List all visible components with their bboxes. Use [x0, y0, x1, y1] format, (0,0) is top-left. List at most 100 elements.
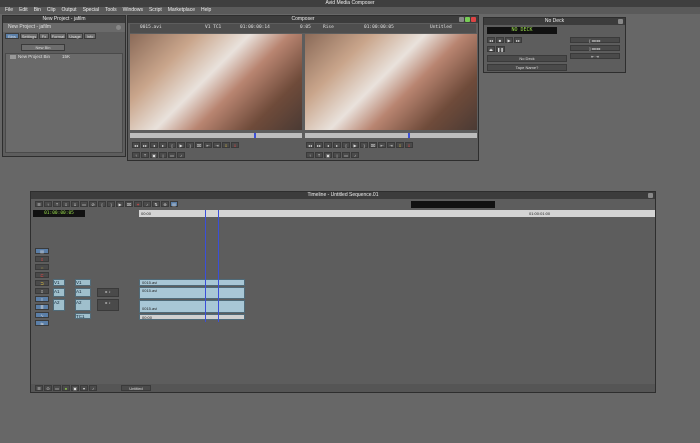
timeline-clear-marks-button[interactable]: ⌧ [125, 201, 133, 207]
tab-settings[interactable]: Settings [20, 33, 38, 39]
step-forward-button[interactable]: ▸▸ [141, 142, 149, 148]
record-position-indicator[interactable] [408, 133, 410, 138]
timeline-lift-button[interactable]: ↑ [44, 201, 52, 207]
record-frame-forward-button[interactable]: ▸ [333, 142, 341, 148]
deck-ff-button[interactable]: ▸▸ [514, 37, 522, 43]
timeline-position-indicator[interactable] [205, 210, 206, 322]
menu-output[interactable]: Output [59, 7, 80, 14]
audio-button[interactable]: ♪ [177, 152, 185, 158]
close-icon[interactable] [471, 17, 476, 22]
record-mark-in-button[interactable]: [ [342, 142, 350, 148]
source-track-v1[interactable]: V1 [53, 279, 65, 286]
settings-icon[interactable] [116, 25, 121, 30]
lift-button[interactable]: ↑ [132, 152, 140, 158]
record-mark-clip-button[interactable]: ▭ [342, 152, 350, 158]
tab-bins[interactable]: Bins [5, 33, 19, 39]
menu-marketplace[interactable]: Marketplace [165, 7, 198, 14]
source-track[interactable]: V1 TC1 [205, 25, 221, 30]
source-position-bar[interactable] [130, 133, 302, 138]
record-position-bar[interactable] [305, 133, 477, 138]
deck-mark-out-button[interactable]: ] ◂◂ ▸▸ [570, 45, 620, 51]
menu-special[interactable]: Special [80, 7, 102, 14]
list-item[interactable]: New Project Bin 15K [6, 54, 122, 60]
record-monitor[interactable] [305, 34, 477, 130]
tab-usage[interactable]: Usage [67, 33, 83, 39]
record-clip-name[interactable]: Rise [323, 25, 334, 30]
timeline-extract-button[interactable]: ⇡ [53, 201, 61, 207]
deck-select[interactable]: No Deck [487, 55, 567, 62]
mark-clip-button[interactable]: ▭ [168, 152, 176, 158]
timeline-zoom-slider[interactable]: ⊙ [44, 385, 52, 391]
sequence-name[interactable]: Untitled [430, 25, 452, 30]
menu-tools[interactable]: Tools [102, 7, 120, 14]
timeline-menu-button[interactable]: ☰ [35, 201, 43, 207]
deck-mark-in-button[interactable]: [ ◂◂ ▸▸ [570, 37, 620, 43]
waveform-tool[interactable]: ∿ [35, 312, 49, 318]
deck-stop-button[interactable]: ■ [496, 37, 504, 43]
go-to-out-button[interactable]: ⇥ [213, 142, 221, 148]
timeline-down-button[interactable]: ▾ [80, 385, 88, 391]
smart-tool-toggle[interactable]: ▤ [35, 248, 49, 254]
record-track-a1[interactable]: A1 [75, 288, 91, 297]
record-add-edit-button[interactable]: | [333, 152, 341, 158]
timeline-bottom-menu-button[interactable]: ☰ [35, 385, 43, 391]
timeline-effects-button[interactable]: ✦ [134, 201, 142, 207]
deck-pause-button[interactable]: ❚❚ [496, 46, 505, 52]
tab-info[interactable]: Info [84, 33, 96, 39]
record-match-frame-button[interactable]: ▣ [324, 152, 332, 158]
sync-lock-tool[interactable]: ≣ [35, 304, 49, 310]
menu-edit[interactable]: Edit [16, 7, 31, 14]
minimize-icon[interactable] [459, 17, 464, 22]
extract-button[interactable]: ⇡ [141, 152, 149, 158]
menu-file[interactable]: File [2, 7, 16, 14]
timeline-segment-button[interactable]: ▭ [80, 201, 88, 207]
record-track-v1[interactable]: V1 [75, 279, 91, 286]
menu-bin[interactable]: Bin [31, 7, 44, 14]
go-to-in-button[interactable]: ⇤ [204, 142, 212, 148]
clear-marks-button[interactable]: ⌧ [195, 142, 203, 148]
record-frame-back-button[interactable]: ◂ [324, 142, 332, 148]
timeline-folder-button[interactable]: ▭ [53, 385, 61, 391]
record-step-back-button[interactable]: ◂◂ [306, 142, 314, 148]
source-track-a1[interactable]: A1 [53, 288, 65, 297]
record-track-tc1[interactable]: TC1 [75, 313, 91, 319]
timeline-zoom-button[interactable]: ⊕ [161, 201, 169, 207]
lift-overwrite-tool[interactable]: ⇕ [35, 256, 49, 262]
timeline-trim-button[interactable]: ⊘ [89, 201, 97, 207]
record-mark-out-button[interactable]: ] [360, 142, 368, 148]
clip-a2[interactable]: 0015.avi [139, 300, 245, 313]
timeline-play-button[interactable]: ▶ [116, 201, 124, 207]
tab-format[interactable]: Format [50, 33, 66, 39]
timeline-overwrite-button[interactable]: ⇓ [71, 201, 79, 207]
track-select-tool[interactable]: ⇳ [35, 288, 49, 294]
clip-v1[interactable]: 0015.avi [139, 279, 245, 286]
menu-help[interactable]: Help [198, 7, 214, 14]
add-edit-button[interactable]: | [159, 152, 167, 158]
record-audio-button[interactable]: ♪ [351, 152, 359, 158]
a1-audio-controls[interactable]: ▸ ♪ [97, 288, 119, 297]
timeline-ruler[interactable]: 00:00 01:00:01:00 [139, 210, 655, 217]
overwrite-trim-tool[interactable]: ⊏ [35, 272, 49, 278]
mark-in-button[interactable]: [ [168, 142, 176, 148]
a2-audio-controls[interactable]: ▸ ♪ [97, 299, 119, 311]
deck-eject-button[interactable]: ⏏ [487, 46, 495, 52]
record-go-to-in-button[interactable]: ⇤ [378, 142, 386, 148]
timeline-track-button[interactable]: ⇅ [152, 201, 160, 207]
record-step-forward-button[interactable]: ▸▸ [315, 142, 323, 148]
maximize-icon[interactable] [465, 17, 470, 22]
record-clear-marks-button[interactable]: ⌧ [369, 142, 377, 148]
timeline-audio-monitor-button[interactable]: ♪ [89, 385, 97, 391]
timeline-splice-button[interactable]: ⇩ [62, 201, 70, 207]
record-extract-button[interactable]: ⇡ [315, 152, 323, 158]
link-selection-tool[interactable]: ≡ [35, 296, 49, 302]
frame-back-button[interactable]: ◂ [150, 142, 158, 148]
play-button[interactable]: ▶ [177, 142, 185, 148]
source-track-a2[interactable]: A2 [53, 299, 65, 311]
clip-a1[interactable]: 0015.avi [139, 287, 245, 299]
tape-name-field[interactable]: Tape Name? [487, 64, 567, 71]
record-overwrite-button[interactable]: ⇓ [405, 142, 413, 148]
mark-out-button[interactable]: ] [186, 142, 194, 148]
record-splice-button[interactable]: ⇩ [396, 142, 404, 148]
deck-goto-button[interactable]: ⇤ ⇥ [570, 53, 620, 59]
source-monitor[interactable] [130, 34, 302, 130]
